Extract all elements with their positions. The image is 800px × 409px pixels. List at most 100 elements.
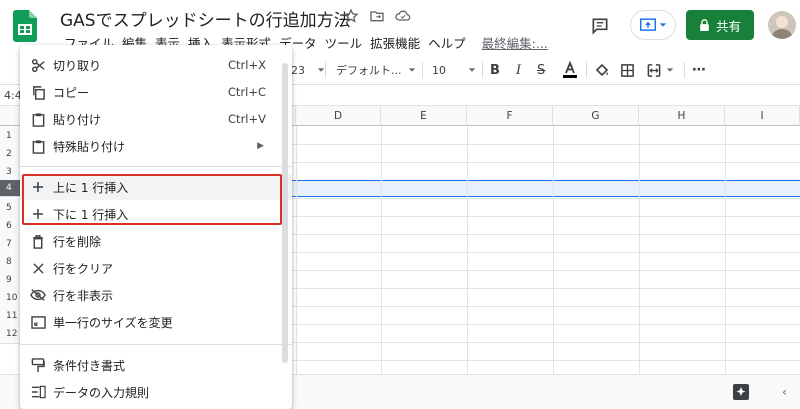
toolbar-divider (325, 62, 326, 78)
row-header[interactable]: 2 (0, 144, 22, 164)
submenu-arrow-icon: ▶ (257, 141, 264, 151)
row-header[interactable]: 10 (0, 288, 22, 308)
close-icon (30, 260, 46, 276)
menu-divider (20, 344, 292, 345)
column-header-g[interactable]: G (553, 106, 639, 126)
star-icon[interactable] (342, 7, 360, 25)
document-title[interactable]: GASでスプレッドシートの行追加方法 (60, 6, 351, 31)
column-header-d[interactable]: D (296, 106, 381, 126)
menu-item-label: 下に 1 行挿入 (53, 207, 129, 222)
menu-item-insert-row-above[interactable]: 上に 1 行挿入 (20, 174, 292, 200)
menu-item-delete-row[interactable]: 行を削除 (20, 228, 292, 254)
menu-item-label: 行を削除 (53, 234, 102, 249)
column-header-i[interactable]: I (725, 106, 800, 126)
font-size-dropdown[interactable]: 10 (432, 60, 476, 80)
comment-history-button[interactable] (590, 10, 618, 42)
row-header[interactable]: 8 (0, 252, 22, 272)
shortcut-label: Ctrl+X (228, 58, 266, 72)
chevron-down-icon (317, 68, 325, 72)
row-context-menu: 切り取り Ctrl+X コピー Ctrl+C 貼り付け Ctrl+V 特殊貼り付… (20, 45, 292, 409)
fill-color-icon[interactable] (594, 60, 610, 80)
menu-item-label: 特殊貼り付け (53, 139, 126, 154)
last-edit-link[interactable]: 最終編集:... (478, 31, 552, 54)
row-header[interactable]: 12 (0, 324, 22, 344)
menu-item-label: コピー (53, 85, 90, 100)
row-header[interactable]: 1 (0, 126, 22, 146)
menu-item-insert-row-below[interactable]: 下に 1 行挿入 (20, 201, 292, 227)
menu-item-label: 貼り付け (53, 112, 102, 127)
gridline (296, 126, 297, 374)
comment-icon (592, 18, 608, 35)
row-header[interactable]: 5 (0, 198, 22, 218)
menu-item-paste[interactable]: 貼り付け Ctrl+V (20, 106, 292, 132)
chevron-down-icon (408, 68, 415, 72)
italic-icon[interactable]: I (516, 60, 521, 80)
row-header[interactable]: 7 (0, 234, 22, 254)
menu-item-label: データの入力規則 (53, 385, 150, 400)
menu-item-hide-row[interactable]: 行を非表示 (20, 282, 292, 308)
column-header-e[interactable]: E (381, 106, 467, 126)
number-format-dropdown[interactable]: 123 (284, 60, 325, 80)
select-all-corner[interactable] (0, 106, 22, 126)
chevron-down-icon (666, 68, 674, 72)
present-icon (640, 18, 656, 31)
shortcut-label: Ctrl+V (228, 112, 266, 126)
menu-tools[interactable]: ツール (321, 31, 367, 54)
paste-icon (30, 111, 46, 127)
row-header-selected[interactable]: 4 (0, 180, 22, 197)
row-header[interactable]: 3 (0, 162, 22, 182)
avatar[interactable] (768, 11, 796, 39)
chevron-down-icon (659, 23, 667, 27)
paste-special-icon (30, 138, 46, 154)
gridline (467, 126, 468, 374)
menu-item-cut[interactable]: 切り取り Ctrl+X (20, 52, 292, 78)
menu-item-clear-row[interactable]: 行をクリア (20, 255, 292, 281)
merge-cells-icon[interactable] (646, 60, 674, 80)
font-family-dropdown[interactable]: デフォルト... (336, 60, 416, 80)
more-options-icon[interactable]: ⋯ (692, 60, 706, 80)
shortcut-label: Ctrl+C (227, 85, 266, 99)
text-color-icon[interactable] (562, 60, 578, 80)
menu-item-label: 単一行のサイズを変更 (53, 315, 173, 330)
cloud-saved-icon[interactable] (394, 7, 412, 25)
format-paint-icon (30, 357, 46, 373)
move-folder-icon[interactable] (368, 7, 386, 25)
collapse-side-panel-icon[interactable]: ‹ (782, 385, 787, 399)
menu-item-label: 上に 1 行挿入 (53, 180, 129, 195)
bold-icon[interactable]: B (490, 60, 500, 80)
eye-off-icon (30, 287, 46, 303)
menu-scrollbar[interactable] (282, 63, 288, 363)
share-label: 共有 (715, 18, 741, 34)
lock-icon (700, 19, 709, 31)
menu-extensions[interactable]: 拡張機能 (366, 31, 424, 54)
column-header-f[interactable]: F (467, 106, 553, 126)
font-size-label: 10 (432, 63, 446, 77)
plus-icon (30, 206, 46, 222)
plus-icon (30, 179, 46, 195)
menu-item-label: 切り取り (53, 58, 102, 73)
strikethrough-icon[interactable]: S (537, 60, 545, 80)
trash-icon (30, 233, 46, 249)
menu-help[interactable]: ヘルプ (424, 31, 470, 54)
menu-item-label: 条件付き書式 (53, 358, 126, 373)
toolbar-divider (684, 62, 685, 78)
present-button[interactable] (630, 10, 676, 40)
row-header[interactable]: 11 (0, 306, 22, 326)
menu-item-data-validation[interactable]: データの入力規則 (20, 379, 292, 405)
explore-icon[interactable] (732, 383, 750, 401)
sheets-logo-icon[interactable] (13, 10, 37, 42)
toolbar-divider (586, 62, 587, 78)
gridline (725, 126, 726, 374)
menu-item-label: 行を非表示 (53, 288, 114, 303)
resize-icon (30, 314, 46, 330)
menu-item-conditional-formatting[interactable]: 条件付き書式 (20, 352, 292, 378)
share-button[interactable]: 共有 (686, 10, 754, 40)
toolbar-divider (422, 62, 423, 78)
menu-item-copy[interactable]: コピー Ctrl+C (20, 79, 292, 105)
menu-item-resize-row[interactable]: 単一行のサイズを変更 (20, 309, 292, 335)
row-header[interactable]: 6 (0, 216, 22, 236)
column-header-h[interactable]: H (639, 106, 725, 126)
menu-item-paste-special[interactable]: 特殊貼り付け ▶ (20, 133, 292, 159)
row-header[interactable]: 9 (0, 270, 22, 290)
borders-icon[interactable] (620, 60, 635, 80)
